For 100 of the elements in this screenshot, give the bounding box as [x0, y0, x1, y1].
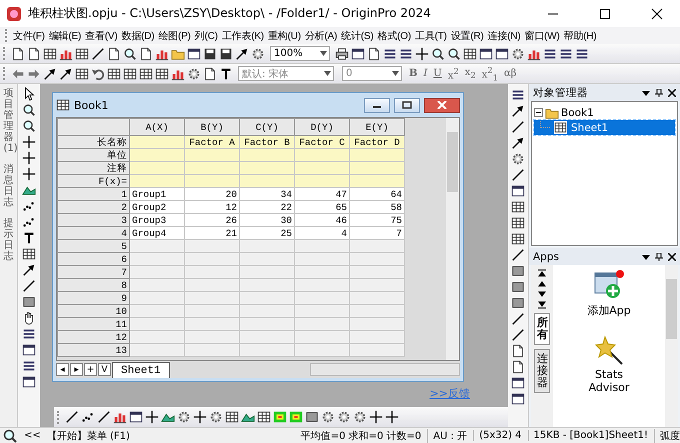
- menu-item[interactable]: 统计(S): [339, 28, 376, 42]
- grid-icon[interactable]: [75, 46, 89, 60]
- menu-item[interactable]: 绘图(P): [156, 28, 193, 42]
- row-header[interactable]: 6: [58, 252, 130, 266]
- sheet-nav-button[interactable]: V: [98, 363, 111, 376]
- magnifier-icon[interactable]: [447, 46, 461, 60]
- grid-icon[interactable]: [511, 232, 525, 246]
- line-icon[interactable]: [91, 46, 105, 60]
- undo-icon[interactable]: [91, 66, 105, 80]
- scroll-arrows-icon[interactable]: [538, 269, 546, 309]
- document-icon[interactable]: [511, 344, 525, 358]
- row-header[interactable]: 8: [58, 278, 130, 292]
- menu-item[interactable]: 连接(N): [486, 28, 523, 42]
- menu-item[interactable]: 格式(O): [376, 28, 413, 42]
- font-size-dropdown[interactable]: 0: [342, 66, 402, 81]
- caret-icon[interactable]: [320, 51, 327, 56]
- window-icon[interactable]: [22, 375, 36, 389]
- rectangle-icon[interactable]: [22, 295, 36, 309]
- grid-icon[interactable]: [155, 66, 169, 80]
- collapse-icon[interactable]: [534, 108, 543, 117]
- stripes-icon[interactable]: [399, 46, 413, 60]
- color-map-icon[interactable]: [289, 410, 303, 424]
- close-icon[interactable]: [668, 88, 676, 96]
- caret-icon[interactable]: [324, 71, 331, 76]
- minimize-button[interactable]: [364, 98, 390, 112]
- menu-item[interactable]: 重构(U): [266, 28, 303, 42]
- line-icon[interactable]: [511, 248, 525, 262]
- format-button[interactable]: U: [431, 68, 444, 79]
- document-icon[interactable]: [11, 46, 25, 60]
- row-header[interactable]: 3: [58, 214, 130, 226]
- gear-icon[interactable]: [251, 46, 265, 60]
- gear-icon[interactable]: [511, 46, 525, 60]
- crosshair-icon[interactable]: [22, 167, 36, 181]
- row-header[interactable]: 1: [58, 188, 130, 200]
- arrow-icon[interactable]: [511, 104, 525, 118]
- row-header[interactable]: 2: [58, 200, 130, 214]
- grid-icon[interactable]: [463, 46, 477, 60]
- stripes-icon[interactable]: [543, 46, 557, 60]
- menu-item[interactable]: 数据(D): [119, 28, 156, 42]
- tree-item[interactable]: Book1: [561, 106, 594, 118]
- row-header[interactable]: 12: [58, 330, 130, 344]
- pin-icon[interactable]: [655, 252, 663, 260]
- line-icon[interactable]: [65, 410, 79, 424]
- line-icon[interactable]: [511, 168, 525, 182]
- format-button[interactable]: B: [407, 68, 420, 79]
- menu-item[interactable]: 工作表(K): [220, 28, 266, 42]
- column-header[interactable]: E(Y): [350, 118, 404, 136]
- app-label[interactable]: Stats Advisor: [579, 368, 639, 394]
- gear-icon[interactable]: [321, 410, 335, 424]
- text-tool-icon[interactable]: [22, 231, 36, 245]
- menu-item[interactable]: 工具(T): [412, 28, 449, 42]
- grid-icon[interactable]: [107, 66, 121, 80]
- line-icon[interactable]: [22, 279, 36, 293]
- menu-item[interactable]: 文件(F): [11, 28, 47, 42]
- side-tab[interactable]: 提示日志: [4, 218, 14, 262]
- menu-item[interactable]: 分析(A): [302, 28, 340, 42]
- crosshair-icon[interactable]: [385, 410, 399, 424]
- row-header[interactable]: 7: [58, 266, 130, 278]
- pointer-icon[interactable]: [22, 87, 36, 101]
- sheet-nav-button[interactable]: ▸: [70, 363, 83, 376]
- dropdown-icon[interactable]: [642, 252, 650, 260]
- format-button[interactable]: x$_{2}$: [462, 67, 478, 80]
- grid-icon[interactable]: [511, 216, 525, 230]
- menu-item[interactable]: 编辑(E): [46, 28, 84, 42]
- line-icon[interactable]: [511, 120, 525, 134]
- line-icon[interactable]: [511, 312, 525, 326]
- vertical-scrollbar[interactable]: [665, 265, 678, 427]
- crosshair-icon[interactable]: [193, 410, 207, 424]
- row-header[interactable]: 5: [58, 240, 130, 252]
- font-dropdown[interactable]: 默认: 宋体: [238, 66, 334, 81]
- line-icon[interactable]: [511, 328, 525, 342]
- caret-icon[interactable]: [392, 71, 399, 76]
- stripes-icon[interactable]: [22, 327, 36, 341]
- menu-item[interactable]: 帮助(H): [562, 28, 599, 42]
- crosshair-icon[interactable]: [415, 46, 429, 60]
- gear-icon[interactable]: [337, 410, 351, 424]
- menu-item[interactable]: 列(C): [192, 28, 220, 42]
- magnifier-icon[interactable]: [123, 46, 137, 60]
- window-icon[interactable]: [495, 46, 509, 60]
- gear-icon[interactable]: [187, 66, 201, 80]
- crosshair-icon[interactable]: [369, 410, 383, 424]
- window-icon[interactable]: [511, 392, 525, 406]
- format-button[interactable]: x$^{2}$: [446, 66, 461, 82]
- close-icon[interactable]: [668, 252, 676, 260]
- rectangle-icon[interactable]: [511, 264, 525, 278]
- row-header[interactable]: 4: [58, 226, 130, 240]
- apps-tab[interactable]: 所有: [534, 313, 550, 346]
- arrow-icon[interactable]: [235, 46, 249, 60]
- grid-icon[interactable]: [43, 46, 57, 60]
- document-icon[interactable]: [27, 46, 41, 60]
- app-label[interactable]: 添加App: [579, 303, 639, 318]
- scatter-icon[interactable]: [22, 199, 36, 213]
- column-header[interactable]: D(Y): [294, 118, 350, 136]
- sheet-nav-button[interactable]: ◂: [56, 363, 69, 376]
- zoom-dropdown[interactable]: 100%: [270, 46, 330, 61]
- format-button[interactable]: I: [421, 68, 430, 79]
- gear-icon[interactable]: [209, 410, 223, 424]
- gear-icon[interactable]: [177, 410, 191, 424]
- column-header[interactable]: C(Y): [240, 118, 294, 136]
- magnifier-icon[interactable]: [22, 119, 36, 133]
